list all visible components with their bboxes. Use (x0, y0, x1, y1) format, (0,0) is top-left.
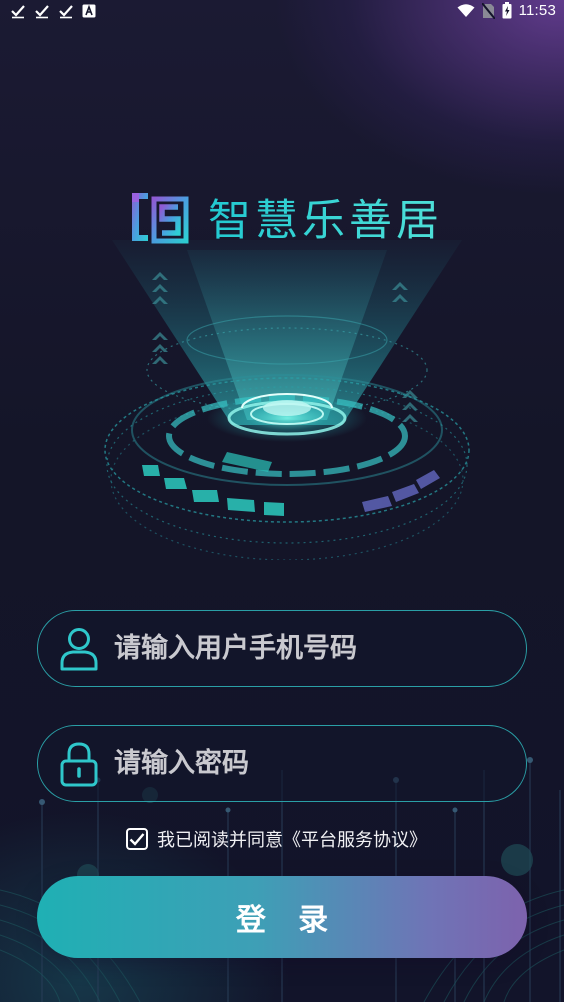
user-icon (58, 626, 100, 672)
agreement-checkbox[interactable] (126, 828, 148, 850)
status-time: 11:53 (518, 2, 556, 19)
status-notifications (10, 3, 96, 19)
password-field[interactable] (37, 725, 527, 802)
check-icon (11, 5, 25, 19)
status-bar: 11:53 (0, 0, 564, 26)
check-icon (35, 5, 49, 19)
lock-icon (58, 741, 100, 787)
agreement-row: 我已阅读并同意《平台服务协议》 (126, 826, 427, 852)
check-icon (59, 5, 73, 19)
hero-illustration (104, 240, 470, 560)
phone-field[interactable] (37, 610, 527, 687)
text-a-icon (82, 4, 96, 18)
app-logo: 智慧乐善居 (130, 186, 443, 248)
login-button[interactable]: 登 录 (37, 876, 527, 958)
login-button-label: 登 录 (235, 904, 341, 937)
logo-s-icon (132, 193, 189, 244)
battery-charging-icon (502, 2, 512, 19)
app-title: 智慧乐善居 (208, 186, 443, 248)
agreement-text[interactable]: 我已阅读并同意《平台服务协议》 (157, 826, 427, 852)
password-input[interactable] (114, 733, 526, 794)
status-system: 11:53 (457, 2, 556, 19)
sim-off-icon (481, 2, 495, 19)
wifi-icon (457, 3, 475, 17)
phone-input[interactable] (114, 618, 526, 679)
check-icon (129, 833, 145, 846)
